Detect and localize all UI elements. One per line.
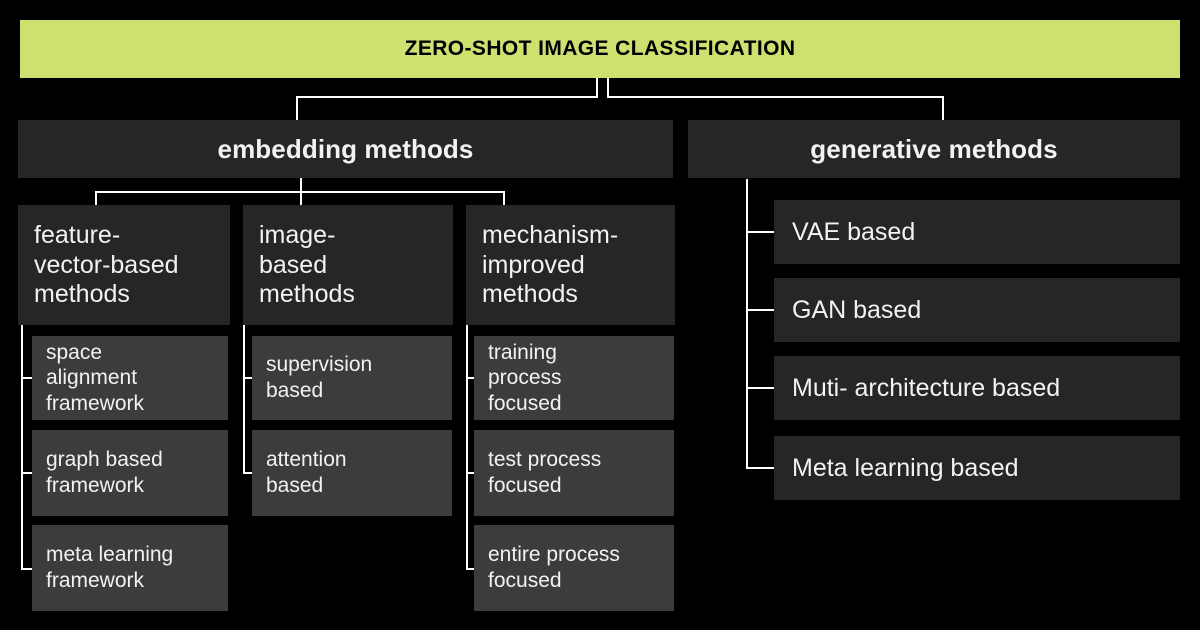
connector-title-right-bar [607,96,944,98]
node-label-line2: based [259,250,328,279]
node-mechanism-improved-methods[interactable]: mechanism- improved methods [466,205,675,325]
connector-col1-drop [95,191,97,206]
leaf-label-line1: test process [488,448,602,472]
connector-col1-trunk [21,325,23,570]
leaf-training-process-focused[interactable]: training process focused [474,336,674,420]
node-label-line2: improved [482,250,585,279]
leaf-label-line3: focused [488,391,562,415]
leaf-label-line3: framework [46,391,145,415]
leaf-graph-based-framework[interactable]: graph based framework [32,430,228,516]
leaf-meta-learning-based[interactable]: Meta learning based [774,436,1180,500]
node-label-line2: vector-based [34,250,179,279]
leaf-vae-based[interactable]: VAE based [774,200,1180,264]
connector-generative-stub-2 [746,309,775,311]
node-label-line1: feature- [34,221,121,249]
leaf-gan-based[interactable]: GAN based [774,278,1180,342]
connector-generative-stub-4 [746,467,775,469]
node-label-line3: methods [34,280,130,308]
leaf-attention-based[interactable]: attention based [252,430,452,516]
connector-generative-trunk [746,179,748,469]
leaf-label-line2: process [488,366,562,390]
leaf-label-line2: focused [488,474,562,497]
connector-embedding-drop [296,96,298,121]
leaf-meta-learning-framework[interactable]: meta learning framework [32,525,228,611]
leaf-label-line2: based [266,474,324,497]
leaf-label-line2: framework [46,474,145,497]
connector-col3-drop [503,191,505,206]
node-image-based-methods[interactable]: image- based methods [243,205,453,325]
leaf-label-line1: supervision [266,353,373,377]
node-label-line1: mechanism- [482,221,619,249]
diagram-title: ZERO-SHOT IMAGE CLASSIFICATION [20,20,1180,78]
node-label-line3: methods [259,280,355,308]
connector-generative-drop [942,96,944,121]
leaf-label-line2: focused [488,569,562,592]
connector-generative-stub-3 [746,387,775,389]
connector-generative-stub-1 [746,231,775,233]
leaf-label-line1: training [488,340,557,364]
leaf-space-alignment-framework[interactable]: space alignment framework [32,336,228,420]
leaf-label-line1: meta learning [46,543,174,567]
leaf-label-line1: entire process [488,543,620,567]
node-embedding-methods[interactable]: embedding methods [18,120,673,178]
leaf-label-line1: space [46,340,103,364]
node-label-line3: methods [482,280,578,308]
leaf-label-line2: based [266,379,324,402]
leaf-label-line1: attention [266,448,347,472]
leaf-muti-architecture-based[interactable]: Muti- architecture based [774,356,1180,420]
node-feature-vector-based-methods[interactable]: feature- vector-based methods [18,205,230,325]
diagram-canvas: ZERO-SHOT IMAGE CLASSIFICATION embedding… [0,0,1200,630]
leaf-supervision-based[interactable]: supervision based [252,336,452,420]
leaf-label-line2: framework [46,569,145,592]
leaf-label-line2: alignment [46,366,138,390]
connector-col2-drop [300,191,302,206]
leaf-label-line1: graph based [46,448,163,472]
connector-title-left-bar [296,96,598,98]
connector-col3-trunk [466,325,468,570]
node-generative-methods[interactable]: generative methods [688,120,1180,178]
connector-col2-trunk [243,325,245,474]
leaf-entire-process-focused[interactable]: entire process focused [474,525,674,611]
connector-title-right-stub [607,78,609,97]
node-label-line1: image- [259,221,336,249]
leaf-test-process-focused[interactable]: test process focused [474,430,674,516]
connector-title-left-stub [596,78,598,97]
